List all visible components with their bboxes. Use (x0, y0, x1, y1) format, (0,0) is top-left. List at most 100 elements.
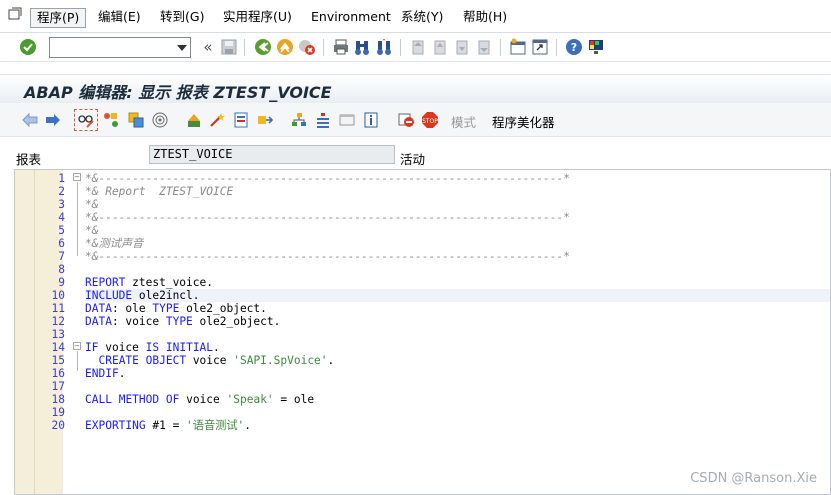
code-line[interactable] (85, 328, 830, 341)
code-line[interactable] (85, 406, 830, 419)
help-icon: ? (566, 39, 582, 55)
display-change-button[interactable] (74, 109, 98, 131)
other-object-button[interactable] (126, 110, 146, 130)
active-inactive-button[interactable] (101, 110, 121, 130)
fold-gutter: − − (63, 170, 81, 494)
code-line[interactable]: *&--------------------------------------… (85, 250, 830, 263)
system-menu-icon[interactable] (8, 7, 22, 21)
stop-breakpoint-button[interactable]: STOP (420, 110, 440, 130)
cancel-button[interactable] (297, 37, 317, 57)
activate-button[interactable] (207, 110, 227, 130)
where-used-list-button[interactable] (255, 110, 275, 130)
toggle-window-button[interactable] (337, 110, 357, 130)
glasses-pencil-icon (78, 115, 94, 128)
menu-bar: 程序(P) 编辑(E) 转到(G) 实用程序(U) Environment 系统… (0, 0, 831, 33)
forward-nav-button[interactable] (43, 110, 63, 130)
print-button[interactable] (331, 37, 351, 57)
code-line[interactable]: *&--------------------------------------… (85, 211, 830, 224)
code-line[interactable]: EXPORTING #1 = '语音测试'. (85, 419, 830, 432)
previous-page-button[interactable] (430, 37, 450, 57)
hierarchy-icon (292, 113, 306, 126)
find-next-button[interactable] (374, 37, 394, 57)
line-number: 8 (58, 263, 65, 276)
svg-text:STOP: STOP (422, 118, 438, 125)
first-page-icon (412, 40, 424, 55)
line-number: 3 (58, 198, 65, 211)
find-button[interactable] (352, 37, 372, 57)
program-name-field[interactable]: ZTEST_VOICE (149, 145, 395, 164)
back-nav-button[interactable] (20, 110, 40, 130)
code-line[interactable]: *&测试声音 (85, 237, 830, 250)
breakpoint-icon (398, 113, 414, 127)
window-icon (339, 114, 355, 126)
exit-button[interactable] (275, 37, 295, 57)
next-page-button[interactable] (452, 37, 472, 57)
code-line[interactable]: IF voice IS INITIAL. (85, 341, 830, 354)
info-button[interactable] (361, 110, 381, 130)
where-used-button[interactable] (150, 110, 170, 130)
code-line[interactable] (85, 380, 830, 393)
code-line[interactable]: ENDIF. (85, 367, 830, 380)
code-line[interactable] (85, 263, 830, 276)
code-line[interactable]: DATA: voice TYPE ole2_object. (85, 315, 830, 328)
code-area[interactable]: *&--------------------------------------… (85, 170, 830, 494)
code-line[interactable]: CREATE OBJECT voice 'SAPI.SpVoice'. (85, 354, 830, 367)
object-list-button[interactable] (289, 110, 309, 130)
line-number: 7 (58, 250, 65, 263)
code-line[interactable]: *& (85, 198, 830, 211)
code-line[interactable]: *& Report ZTEST_VOICE (85, 185, 830, 198)
fold-toggle[interactable]: − (73, 342, 81, 350)
line-number: 19 (51, 406, 65, 419)
code-editor[interactable]: − − 1 2 3 4 5 6 7 8 9 10 11 12 13 14 15 16 17 18 19 20 *&--… (14, 169, 831, 495)
customize-layout-button[interactable] (586, 37, 606, 57)
binoculars-next-icon (377, 39, 391, 55)
line-number: 6 (58, 237, 65, 250)
code-line[interactable]: *& (85, 224, 830, 237)
code-line[interactable]: REPORT ztest_voice. (85, 276, 830, 289)
help-button[interactable]: ? (564, 37, 584, 57)
copy-objects-icon (128, 112, 144, 128)
arrows-icon (258, 116, 274, 124)
pretty-printer-button[interactable]: 程序美化器 (492, 112, 555, 131)
menu-system[interactable]: 系统(Y) (395, 8, 449, 28)
arrow-left-icon (22, 112, 38, 128)
line-number: 13 (51, 328, 65, 341)
last-page-icon (478, 40, 490, 55)
collapse-command-button[interactable]: « (198, 37, 218, 57)
line-number: 10 (51, 289, 65, 302)
create-session-button[interactable] (508, 37, 528, 57)
menu-utilities[interactable]: 实用程序(U) (217, 8, 298, 28)
shortcut-button[interactable] (530, 37, 550, 57)
menu-goto[interactable]: 转到(G) (154, 8, 210, 28)
last-page-button[interactable] (474, 37, 494, 57)
menu-edit[interactable]: 编辑(E) (92, 8, 147, 28)
save-button[interactable] (219, 37, 239, 57)
binoculars-icon (355, 41, 369, 55)
set-breakpoint-button[interactable] (396, 110, 416, 130)
line-number: 14 (51, 341, 65, 354)
cancel-icon (299, 40, 315, 55)
code-line[interactable]: CALL METHOD OF voice 'Speak' = ole (85, 393, 830, 406)
fold-toggle[interactable]: − (73, 173, 81, 181)
code-line[interactable]: DATA: ole TYPE ole2_object. (85, 302, 830, 315)
command-input[interactable] (50, 38, 170, 57)
command-field[interactable] (49, 37, 191, 58)
back-icon (255, 39, 271, 55)
breakpoint-gutter[interactable] (15, 170, 35, 494)
check-button[interactable] (184, 110, 204, 130)
line-number: 9 (58, 276, 65, 289)
menu-help[interactable]: 帮助(H) (457, 8, 513, 28)
test-button[interactable] (231, 110, 251, 130)
navigation-window-button[interactable] (313, 110, 333, 130)
menu-environment[interactable]: Environment (305, 8, 397, 28)
back-button[interactable] (253, 37, 273, 57)
mode-button[interactable]: 模式 (451, 112, 476, 131)
enter-button[interactable] (18, 37, 38, 57)
shortcut-icon (532, 39, 548, 55)
code-line[interactable]: INCLUDE ole2incl. (85, 289, 830, 302)
menu-program[interactable]: 程序(P) (30, 8, 87, 28)
chevron-down-icon[interactable] (177, 45, 187, 51)
align-icon (317, 113, 329, 128)
first-page-button[interactable] (408, 37, 428, 57)
code-line[interactable]: *&--------------------------------------… (85, 172, 830, 185)
